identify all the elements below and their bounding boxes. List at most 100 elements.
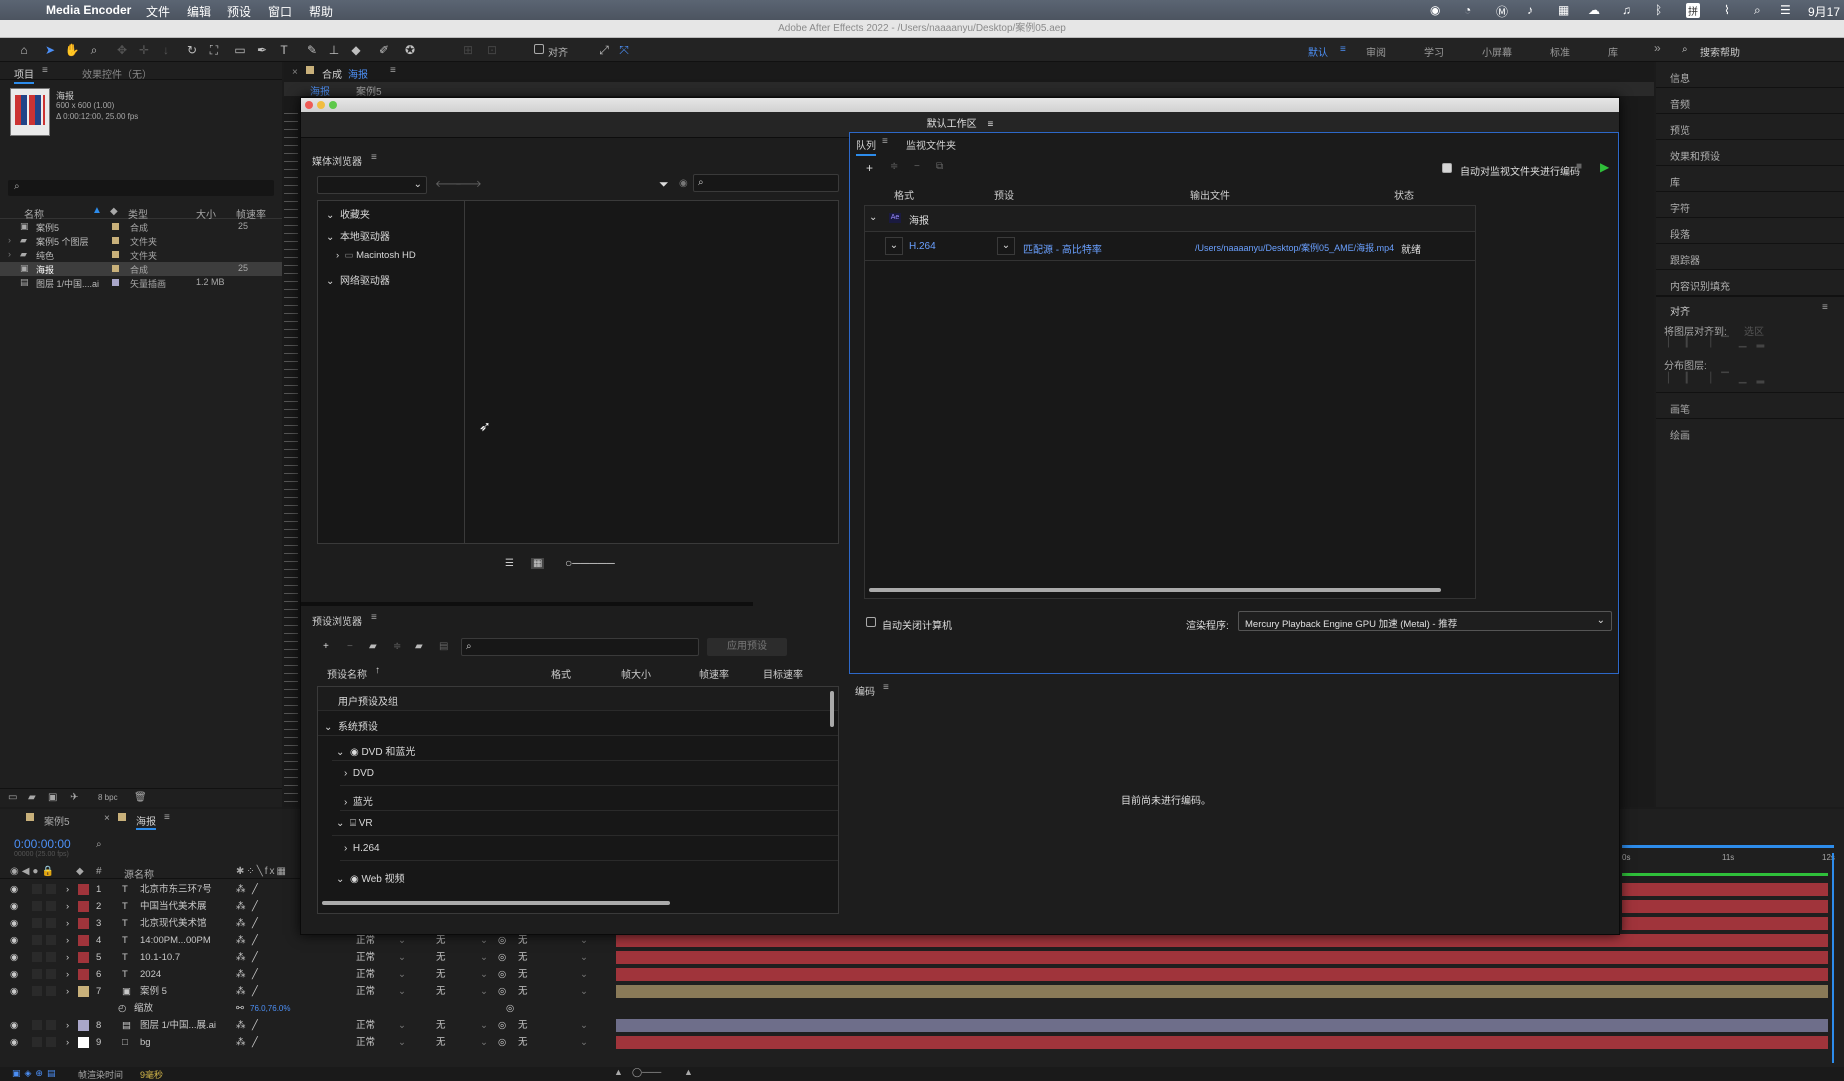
layer-name[interactable]: 图层 1/中国...展.ai <box>140 1017 216 1034</box>
col-status[interactable]: 状态 <box>1394 187 1414 202</box>
bc-poster[interactable]: 海报 <box>310 83 330 98</box>
lock-switch[interactable] <box>46 918 56 928</box>
label-swatch[interactable] <box>112 223 119 230</box>
solo-switch[interactable] <box>32 918 42 928</box>
parent-pickwhip-icon[interactable]: ◎ <box>498 1034 506 1051</box>
distribute-buttons[interactable]: ▏▎▕▔▁▂ <box>1668 373 1774 384</box>
status-icon[interactable]: ◔ <box>1464 3 1471 17</box>
project-search-input[interactable]: ⌕ <box>8 180 274 196</box>
renderer-select[interactable]: Mercury Playback Engine GPU 加速 (Metal) -… <box>1238 611 1612 631</box>
label-color[interactable] <box>78 952 89 963</box>
expand-icon[interactable]: › <box>66 1034 69 1051</box>
thumbnail-view-icon[interactable]: ▦ <box>531 558 545 569</box>
preset-hscrollbar[interactable] <box>322 901 670 905</box>
label-color[interactable] <box>78 1020 89 1031</box>
ws-default-menu-icon[interactable]: ≡ <box>1340 44 1346 55</box>
mode-chevron-icon[interactable]: ⌄ <box>398 983 406 1000</box>
source-name-col[interactable]: 源名称 <box>124 866 154 881</box>
expand-icon[interactable]: › <box>8 235 11 245</box>
home-icon[interactable]: ⌂ <box>16 42 32 58</box>
align-buttons[interactable]: ▏▎▕▔▁▂ <box>1668 337 1774 348</box>
hand-tool-icon[interactable]: ✋ <box>64 42 80 58</box>
layer-name[interactable]: 中国当代美术展 <box>140 898 207 915</box>
matte-chevron-icon[interactable]: ⌄ <box>480 983 488 1000</box>
layer-row[interactable]: ◉ › 7 ▣ 案例 5 ⁂ ╱ 正常 ⌄ 无 ⌄ ◎ 无 ⌄ <box>0 983 610 1000</box>
link-icon[interactable]: ⚯ <box>236 1000 244 1017</box>
format-dropdown-icon[interactable]: ⌄ <box>885 237 903 255</box>
right-panel-6[interactable]: 段落 <box>1656 218 1844 244</box>
preset-browser-menu-icon[interactable]: ≡ <box>371 612 377 623</box>
project-row[interactable]: ▤ 图层 1/中国....ai 矢量插画 1.2 MB <box>0 276 282 290</box>
axis2-icon[interactable]: ⊡ <box>484 42 500 58</box>
tl-search-icon[interactable]: ⌕ <box>96 839 102 850</box>
layer-row[interactable]: ◴ 缩放 ⚯ 76.0,76.0% ◎ <box>0 1000 610 1017</box>
pen-tool-icon[interactable]: ✒ <box>254 42 270 58</box>
selection-tool-icon[interactable]: ➤ <box>42 42 58 58</box>
layer-bar[interactable] <box>1622 883 1828 896</box>
expand-icon[interactable]: › <box>66 1017 69 1034</box>
lock-switch[interactable] <box>46 952 56 962</box>
auto-shutdown-checkbox[interactable] <box>866 617 876 628</box>
location-dropdown[interactable]: ⌄ <box>317 176 427 194</box>
shy-icon[interactable]: ⁂ <box>236 966 246 983</box>
preset-dvd[interactable]: › DVD <box>340 762 838 786</box>
shy-icon[interactable]: ⁂ <box>236 983 246 1000</box>
matte-chevron-icon[interactable]: ⌄ <box>480 949 488 966</box>
ws-small[interactable]: 小屏幕 <box>1482 44 1512 59</box>
layer-name[interactable]: 2024 <box>140 966 161 983</box>
layer-name[interactable]: 14:00PM...00PM <box>140 932 211 949</box>
col-target-rate[interactable]: 目标速率 <box>763 666 803 681</box>
align-checkbox[interactable] <box>534 44 544 55</box>
lock-switch[interactable] <box>46 901 56 911</box>
tab-effects[interactable]: 效果控件（无） <box>82 66 152 81</box>
bluetooth-icon[interactable]: ᛒ <box>1655 3 1662 17</box>
right-panel-7[interactable]: 跟踪器 <box>1656 244 1844 270</box>
media-browser-menu-icon[interactable]: ≡ <box>371 152 377 163</box>
layer-name[interactable]: 10.1-10.7 <box>140 949 180 966</box>
col-fps[interactable]: 帧速率 <box>236 206 266 221</box>
queue-menu-icon[interactable]: ≡ <box>882 136 888 147</box>
eye-icon[interactable]: ◉ <box>10 898 18 915</box>
parent-pickwhip-icon[interactable]: ◎ <box>498 949 506 966</box>
record-icon[interactable]: ◉ <box>1430 3 1440 17</box>
layer-matte[interactable]: 无 <box>436 983 446 1000</box>
expand-icon[interactable]: › <box>66 915 69 932</box>
zoom-slider-icon[interactable]: ◯─── <box>632 1067 661 1078</box>
parent-pickwhip-icon[interactable]: ◎ <box>498 983 506 1000</box>
preset-user-group[interactable]: 用户预设及组 <box>318 687 838 711</box>
label-swatch[interactable] <box>112 237 119 244</box>
lock-switch[interactable] <box>46 969 56 979</box>
preset-dvd-bluray[interactable]: ⌄ ◉ DVD 和蓝光 <box>332 737 838 761</box>
shy-icon[interactable]: ⁂ <box>236 898 246 915</box>
layer-mode[interactable]: 正常 <box>356 1017 375 1034</box>
view-icon[interactable]: ◉ <box>679 178 688 189</box>
eye-icon[interactable]: ◉ <box>10 966 18 983</box>
eye-icon[interactable]: ◉ <box>10 983 18 1000</box>
col-name[interactable]: 名称 <box>24 206 44 221</box>
shy-icon[interactable]: ⁂ <box>236 1034 246 1051</box>
lock-switch[interactable] <box>46 935 56 945</box>
preset-dropdown-icon[interactable]: ⌄ <box>997 237 1015 255</box>
mode-chevron-icon[interactable]: ⌄ <box>398 1017 406 1034</box>
apply-preset-button[interactable]: 应用预设 <box>707 638 787 656</box>
layer-mode[interactable]: 正常 <box>356 983 375 1000</box>
panel-paint[interactable]: 绘画 <box>1656 418 1844 444</box>
zoom-out-icon[interactable]: ▲ <box>614 1067 623 1077</box>
layer-row[interactable]: ◉ › 9 □ bg ⁂ ╱ 正常 ⌄ 无 ⌄ ◎ 无 ⌄ <box>0 1034 610 1051</box>
layer-bar[interactable] <box>616 1036 1828 1049</box>
tab-project[interactable]: 项目 <box>14 66 34 84</box>
ws-standard[interactable]: 标准 <box>1550 44 1570 59</box>
playhead[interactable] <box>1832 853 1834 1063</box>
layer-matte[interactable]: 无 <box>436 1017 446 1034</box>
col-frame-size[interactable]: 帧大小 <box>621 666 651 681</box>
lock-switch[interactable] <box>46 884 56 894</box>
rotate-tool-icon[interactable]: ↻ <box>184 42 200 58</box>
scale-value[interactable]: 76.0,76.0% <box>250 1000 290 1017</box>
panel-brush[interactable]: 画笔 <box>1656 392 1844 418</box>
eye-icon[interactable]: ◉ <box>10 1017 18 1034</box>
align-menu-icon[interactable]: ≡ <box>1822 302 1828 313</box>
shy-icon[interactable]: ⁂ <box>236 1017 246 1034</box>
type-tool-icon[interactable]: T <box>276 42 292 58</box>
ws-learn[interactable]: 学习 <box>1424 44 1444 59</box>
layer-parent[interactable]: 无 <box>518 983 528 1000</box>
